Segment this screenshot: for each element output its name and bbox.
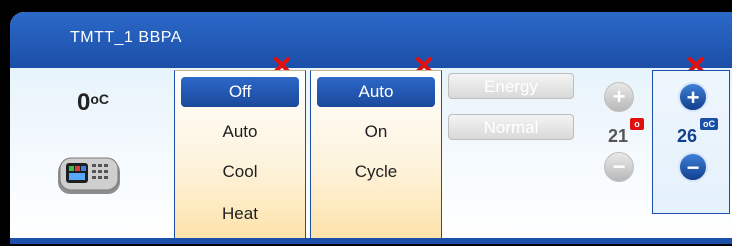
cool-increase-button[interactable]: + [678, 82, 708, 112]
title-bar: TMTT_1 BBPA [10, 12, 732, 68]
mode-option-cool[interactable]: Cool [181, 157, 299, 187]
mode-option-auto[interactable]: Auto [181, 117, 299, 147]
minus-icon: − [612, 154, 626, 179]
panel-bottom-border [10, 238, 732, 244]
fan-option-auto[interactable]: Auto [317, 77, 435, 107]
heat-increase-button[interactable]: + [604, 82, 634, 112]
device-title: TMTT_1 BBPA [70, 29, 182, 46]
mode-dropdown: Off Auto Cool Heat [174, 70, 306, 244]
energy-button[interactable]: Energy [448, 73, 574, 99]
mode-option-off[interactable]: Off [181, 77, 299, 107]
cool-setpoint-badge: oC [700, 118, 718, 130]
plus-icon: + [686, 85, 700, 110]
plus-icon: + [612, 84, 626, 109]
heat-decrease-button[interactable]: − [604, 152, 634, 182]
fan-option-cycle[interactable]: Cycle [317, 157, 435, 187]
minus-icon: − [686, 155, 700, 180]
room-temperature-value: 0 [77, 89, 91, 116]
cool-setpoint-value: 26 [677, 126, 698, 146]
thermostat-panel: TMTT_1 BBPA 0oC Off Auto Cool Heat Auto … [10, 12, 732, 244]
room-temperature: 0oC [77, 89, 109, 117]
fan-option-on[interactable]: On [317, 117, 435, 147]
fan-dropdown: Auto On Cycle [310, 70, 442, 244]
heat-setpoint-badge: o [630, 118, 644, 130]
room-temperature-unit: oC [90, 91, 110, 107]
heat-setpoint-value: 21 [608, 126, 629, 146]
cool-decrease-button[interactable]: − [678, 152, 708, 182]
mode-option-heat[interactable]: Heat [181, 199, 299, 229]
normal-button[interactable]: Normal [448, 114, 574, 140]
thermostat-device-icon[interactable] [54, 150, 124, 196]
